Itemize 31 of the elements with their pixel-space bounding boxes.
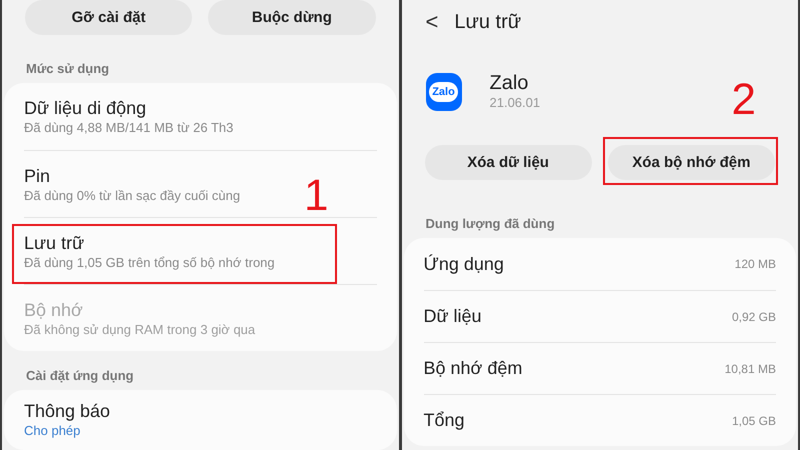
usage-value: 0,92 GB (732, 310, 776, 324)
usage-value: 1,05 GB (732, 414, 776, 428)
item-subtitle: Đã dùng 0% từ lần sạc đầy cuối cùng (24, 186, 240, 204)
usage-name: Dữ liệu (424, 306, 482, 327)
usage-value: 10,81 MB (724, 362, 776, 376)
action-button[interactable]: Xóa bộ nhớ đệm (608, 145, 775, 180)
step-number: 1 (304, 174, 328, 218)
item-title[interactable]: Dữ liệu di động (24, 97, 146, 120)
app-version: 21.06.01 (490, 94, 540, 112)
action-button[interactable]: Gỡ cài đặt (25, 0, 192, 35)
section-label: Dung lượng đã dùng (424, 216, 556, 232)
item-title[interactable]: Thông báo (24, 400, 110, 422)
item-subtitle: Đã dùng 1,05 GB trên tổng số bộ nhớ trong (24, 254, 275, 271)
back-button[interactable]: < (426, 9, 438, 35)
item-link[interactable]: Cho phép (24, 422, 80, 440)
item-title[interactable]: Pin (24, 164, 50, 187)
section-label: Cài đặt ứng dụng (25, 368, 135, 384)
usage-name: Bộ nhớ đệm (424, 358, 522, 379)
item-subtitle: Đã dùng 4,88 MB/141 MB từ 26 Th3 (24, 119, 234, 136)
usage-name: Ứng dụng (424, 254, 504, 274)
app-name: Zalo (490, 72, 530, 94)
screen-title: Lưu trữ (454, 10, 522, 34)
action-button[interactable]: Buộc dừng (208, 0, 376, 35)
app-icon-label: Zalo (429, 82, 458, 102)
item-title[interactable]: Lưu trữ (24, 232, 84, 254)
usage-name: Tổng (424, 410, 465, 431)
item-subtitle: Đã không sử dụng RAM trong 3 giờ qua (24, 320, 256, 338)
usage-value: 120 MB (734, 257, 776, 271)
action-button[interactable]: Xóa dữ liệu (424, 145, 592, 180)
step-number: 2 (732, 78, 756, 122)
section-label: Mức sử dụng (25, 61, 110, 78)
